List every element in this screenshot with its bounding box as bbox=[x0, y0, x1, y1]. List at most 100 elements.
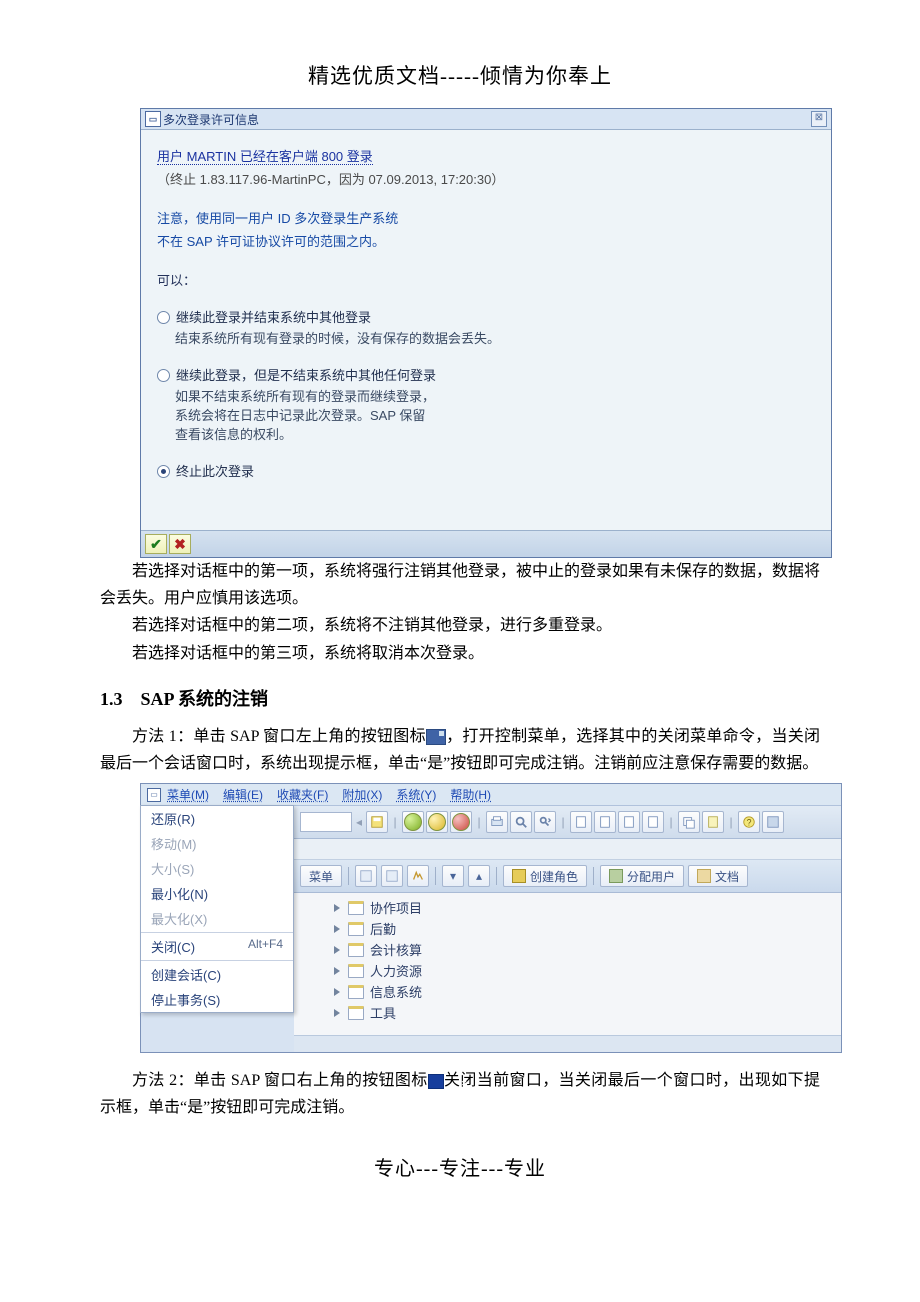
menu-minimize[interactable]: 最小化(N) bbox=[141, 881, 293, 906]
save-button[interactable] bbox=[366, 811, 388, 833]
exit-button[interactable] bbox=[426, 811, 448, 833]
menu-item[interactable]: 编辑(E) bbox=[223, 786, 263, 803]
menu-close[interactable]: 关闭(C) Alt+F4 bbox=[141, 934, 293, 959]
dialog-cancel-button[interactable]: ✖ bbox=[169, 534, 191, 554]
toolbar-sep bbox=[496, 867, 497, 885]
layout-button[interactable] bbox=[762, 811, 784, 833]
license-note-1: 注意，使用同一用户 ID 多次登录生产系统 bbox=[157, 208, 815, 227]
menu-restore[interactable]: 还原(R) bbox=[141, 806, 293, 831]
option-2-desc-3: 查看该信息的权利。 bbox=[175, 424, 815, 443]
sap-window-icon: ▭ bbox=[145, 111, 161, 127]
page-header: 精选优质文档-----倾情为你奉上 bbox=[100, 60, 820, 90]
toolbar-sep: | bbox=[558, 812, 568, 832]
shortcut: Alt+F4 bbox=[248, 937, 283, 956]
dialog-ok-button[interactable]: ✔ bbox=[145, 534, 167, 554]
document-button[interactable]: 文档 bbox=[688, 865, 748, 887]
tree-item[interactable]: 人力资源 bbox=[294, 960, 841, 981]
back-button[interactable] bbox=[402, 811, 424, 833]
sap-tree: 协作项目 后勤 会计核算 人力资源 信息系统 工具 bbox=[294, 893, 841, 1035]
last-page-button[interactable] bbox=[642, 811, 664, 833]
menu-item[interactable]: 附加(X) bbox=[342, 786, 382, 803]
tool-button[interactable] bbox=[381, 865, 403, 887]
user-login-link[interactable]: 用户 MARTIN 已经在客户端 800 登录 bbox=[157, 149, 373, 165]
sap-window-icon bbox=[426, 729, 446, 745]
tool-button[interactable] bbox=[407, 865, 429, 887]
client-number: 800 bbox=[321, 149, 343, 164]
dialog-title-bar: ▭ 多次登录许可信息 ⊠ bbox=[141, 109, 831, 130]
assign-user-button[interactable]: 分配用户 bbox=[600, 865, 684, 887]
menu-button[interactable]: 菜单 bbox=[300, 865, 342, 887]
menu-stop-transaction[interactable]: 停止事务(S) bbox=[141, 987, 293, 1012]
command-field[interactable] bbox=[300, 812, 352, 832]
tree-expand-icon bbox=[334, 904, 340, 912]
menu-size: 大小(S) bbox=[141, 856, 293, 881]
tree-item[interactable]: 工具 bbox=[294, 1002, 841, 1023]
cancel-button[interactable] bbox=[450, 811, 472, 833]
toolbar-sep: | bbox=[390, 812, 400, 832]
tree-item[interactable]: 会计核算 bbox=[294, 939, 841, 960]
heading-1-3: 1.3 SAP 系统的注销 bbox=[100, 685, 820, 711]
toolbar-sep: | bbox=[726, 812, 736, 832]
para-option2: 若选择对话框中的第二项，系统将不注销其他登录，进行多重登录。 bbox=[100, 612, 820, 639]
option-3-label: 终止此次登录 bbox=[176, 461, 254, 480]
option-2[interactable]: 继续此登录，但是不结束系统中其他任何登录 bbox=[157, 365, 815, 384]
option-3[interactable]: 终止此次登录 bbox=[157, 461, 815, 480]
can-label: 可以： bbox=[157, 270, 815, 289]
radio-unselected-icon bbox=[157, 311, 170, 324]
dialog-title: 多次登录许可信息 bbox=[163, 111, 259, 128]
next-page-button[interactable] bbox=[618, 811, 640, 833]
menu-item[interactable]: 收藏夹(F) bbox=[277, 786, 328, 803]
document-icon bbox=[697, 869, 711, 883]
find-button[interactable] bbox=[510, 811, 532, 833]
txt: 方法 2：单击 SAP 窗口右上角的按钮图标 bbox=[132, 1072, 428, 1089]
option-2-desc-2: 系统会将在日志中记录此次登录。SAP 保留 bbox=[175, 405, 815, 424]
user-name: MARTIN bbox=[187, 149, 237, 164]
control-menu: 还原(R) 移动(M) 大小(S) 最小化(N) 最大化(X) 关闭(C) Al… bbox=[140, 805, 294, 1013]
user-icon bbox=[609, 869, 623, 883]
expand-button[interactable]: ▴ bbox=[468, 865, 490, 887]
tree-item[interactable]: 信息系统 bbox=[294, 981, 841, 1002]
menu-item[interactable]: 系统(Y) bbox=[396, 786, 436, 803]
page-footer: 专心---专注---专业 bbox=[100, 1152, 820, 1181]
radio-unselected-icon bbox=[157, 369, 170, 382]
folder-icon bbox=[348, 901, 364, 915]
toolbar-sep: | bbox=[474, 812, 484, 832]
dialog-close-button[interactable]: ⊠ bbox=[811, 111, 827, 127]
menu-item[interactable]: 帮助(H) bbox=[450, 786, 491, 803]
folder-icon bbox=[348, 964, 364, 978]
tree-item[interactable]: 后勤 bbox=[294, 918, 841, 939]
print-button[interactable] bbox=[486, 811, 508, 833]
folder-icon bbox=[348, 922, 364, 936]
toolbar-sep bbox=[348, 867, 349, 885]
terminal-info: （终止 1.83.117.96-MartinPC，因为 07.09.2013, … bbox=[157, 169, 815, 188]
help-button[interactable]: ? bbox=[738, 811, 760, 833]
prev-page-button[interactable] bbox=[594, 811, 616, 833]
folder-icon bbox=[348, 943, 364, 957]
new-session-button[interactable] bbox=[678, 811, 700, 833]
menu-move: 移动(M) bbox=[141, 831, 293, 856]
menu-separator bbox=[141, 960, 293, 961]
toolbar-sep: ◂ bbox=[354, 812, 364, 832]
menu-new-session[interactable]: 创建会话(C) bbox=[141, 962, 293, 987]
collapse-button[interactable]: ▾ bbox=[442, 865, 464, 887]
para-method1: 方法 1：单击 SAP 窗口左上角的按钮图标，打开控制菜单，选择其中的关闭菜单命… bbox=[100, 723, 820, 777]
sap-window-icon[interactable]: ▭ bbox=[147, 788, 161, 802]
tool-button[interactable] bbox=[355, 865, 377, 887]
tree-status-bar bbox=[294, 1035, 841, 1052]
menu-item[interactable]: 菜单(M) bbox=[167, 786, 209, 803]
create-role-button[interactable]: 创建角色 bbox=[503, 865, 587, 887]
para-option1: 若选择对话框中的第一项，系统将强行注销其他登录，被中止的登录如果有未保存的数据，… bbox=[100, 558, 820, 612]
login-license-dialog: ▭ 多次登录许可信息 ⊠ 用户 MARTIN 已经在客户端 800 登录 （终止… bbox=[140, 108, 832, 558]
title-strip bbox=[294, 839, 841, 860]
option-1[interactable]: 继续此登录并结束系统中其他登录 bbox=[157, 307, 815, 326]
tree-expand-icon bbox=[334, 925, 340, 933]
menu-separator bbox=[141, 932, 293, 933]
find-next-button[interactable] bbox=[534, 811, 556, 833]
option-1-desc: 结束系统所有现有登录的时候，没有保存的数据会丢失。 bbox=[175, 328, 815, 347]
radio-selected-icon bbox=[157, 465, 170, 478]
tree-item[interactable]: 协作项目 bbox=[294, 897, 841, 918]
tree-expand-icon bbox=[334, 1009, 340, 1017]
sap-app-toolbar: 菜单 ▾ ▴ 创建角色 分配用户 bbox=[294, 860, 841, 893]
shortcut-button[interactable] bbox=[702, 811, 724, 833]
first-page-button[interactable] bbox=[570, 811, 592, 833]
